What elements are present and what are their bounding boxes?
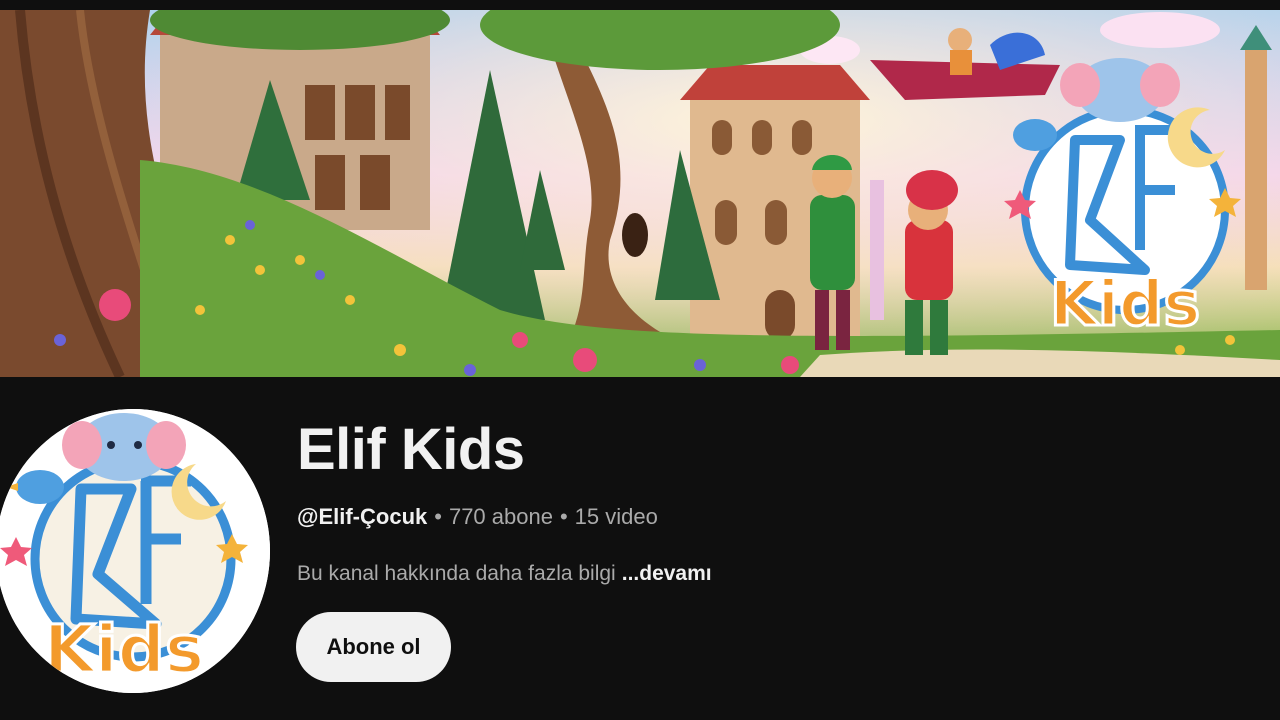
more-link[interactable]: ...devamı [622, 562, 712, 585]
channel-avatar[interactable]: Kids [0, 409, 270, 693]
meta-separator: • [434, 504, 442, 529]
channel-handle: @Elif-Çocuk [297, 504, 428, 529]
avatar-logo-text: Kids [44, 611, 204, 688]
subscribe-button[interactable]: Abone ol [296, 612, 451, 682]
banner-logo-text: Kids [1050, 267, 1201, 340]
banner-illustration: Kids [0, 10, 1280, 377]
meta-separator: • [559, 504, 568, 529]
avatar-logo: Kids [0, 409, 270, 693]
video-count: 15 video [574, 504, 658, 529]
channel-name: Elif Kids [297, 417, 525, 482]
subscriber-count: 770 abone [448, 504, 553, 529]
description-text: Bu kanal hakkında daha fazla bilgi [297, 562, 616, 585]
channel-meta: @Elif-Çocuk • 770 abone • 15 video [297, 502, 658, 532]
channel-description[interactable]: Bu kanal hakkında daha fazla bilgi ...dev… [297, 559, 712, 589]
channel-banner: Kids [0, 10, 1280, 377]
